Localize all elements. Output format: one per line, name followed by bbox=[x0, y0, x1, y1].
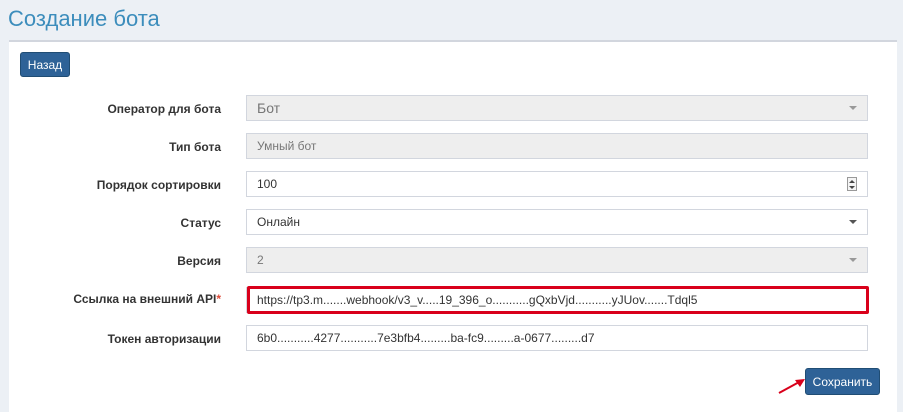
form-panel: Назад Оператор для бота Бот Тип бота Умн… bbox=[9, 40, 897, 412]
status-value: Онлайн bbox=[257, 215, 300, 229]
operator-label: Оператор для бота bbox=[107, 102, 221, 116]
spin-up-icon[interactable] bbox=[849, 179, 855, 183]
api-url-input[interactable]: https://tp3.m.......webhook/v3_v.....19_… bbox=[246, 287, 868, 313]
sort-order-label: Порядок сортировки bbox=[96, 178, 221, 192]
sort-order-value: 100 bbox=[257, 177, 278, 191]
version-value: 2 bbox=[257, 253, 264, 267]
api-url-label-text: Ссылка на внешний API bbox=[73, 292, 217, 306]
arrow-annotation-icon bbox=[778, 379, 805, 394]
number-spinner[interactable] bbox=[847, 177, 857, 191]
auth-token-input[interactable]: 6b0...........4277...........7e3bfb4....… bbox=[246, 325, 868, 351]
save-button[interactable]: Сохранить bbox=[805, 368, 880, 395]
page-title: Создание бота bbox=[8, 6, 160, 31]
bot-type-value: Умный бот bbox=[257, 139, 317, 153]
required-mark: * bbox=[216, 292, 221, 306]
status-select[interactable]: Онлайн bbox=[246, 209, 868, 235]
bot-type-field: Умный бот bbox=[246, 133, 868, 159]
chevron-down-icon bbox=[849, 106, 857, 110]
back-button[interactable]: Назад bbox=[20, 52, 70, 77]
version-select: 2 bbox=[246, 247, 868, 273]
chevron-down-icon bbox=[849, 258, 857, 262]
sort-order-input[interactable]: 100 bbox=[246, 171, 868, 197]
bot-type-label: Тип бота bbox=[169, 140, 221, 154]
api-url-value: https://tp3.m.......webhook/v3_v.....19_… bbox=[257, 293, 698, 307]
chevron-down-icon bbox=[849, 220, 857, 224]
status-label: Статус bbox=[180, 216, 221, 230]
operator-value: Бот bbox=[257, 100, 281, 116]
api-url-label: Ссылка на внешний API* bbox=[9, 292, 221, 306]
auth-token-label: Токен авторизации bbox=[107, 332, 221, 346]
operator-select: Бот bbox=[246, 95, 868, 121]
version-label: Версия bbox=[177, 254, 221, 268]
auth-token-value: 6b0...........4277...........7e3bfb4....… bbox=[257, 331, 595, 345]
spin-down-icon[interactable] bbox=[849, 185, 855, 189]
bot-create-page: Создание бота Назад Оператор для бота Бо… bbox=[0, 0, 903, 412]
